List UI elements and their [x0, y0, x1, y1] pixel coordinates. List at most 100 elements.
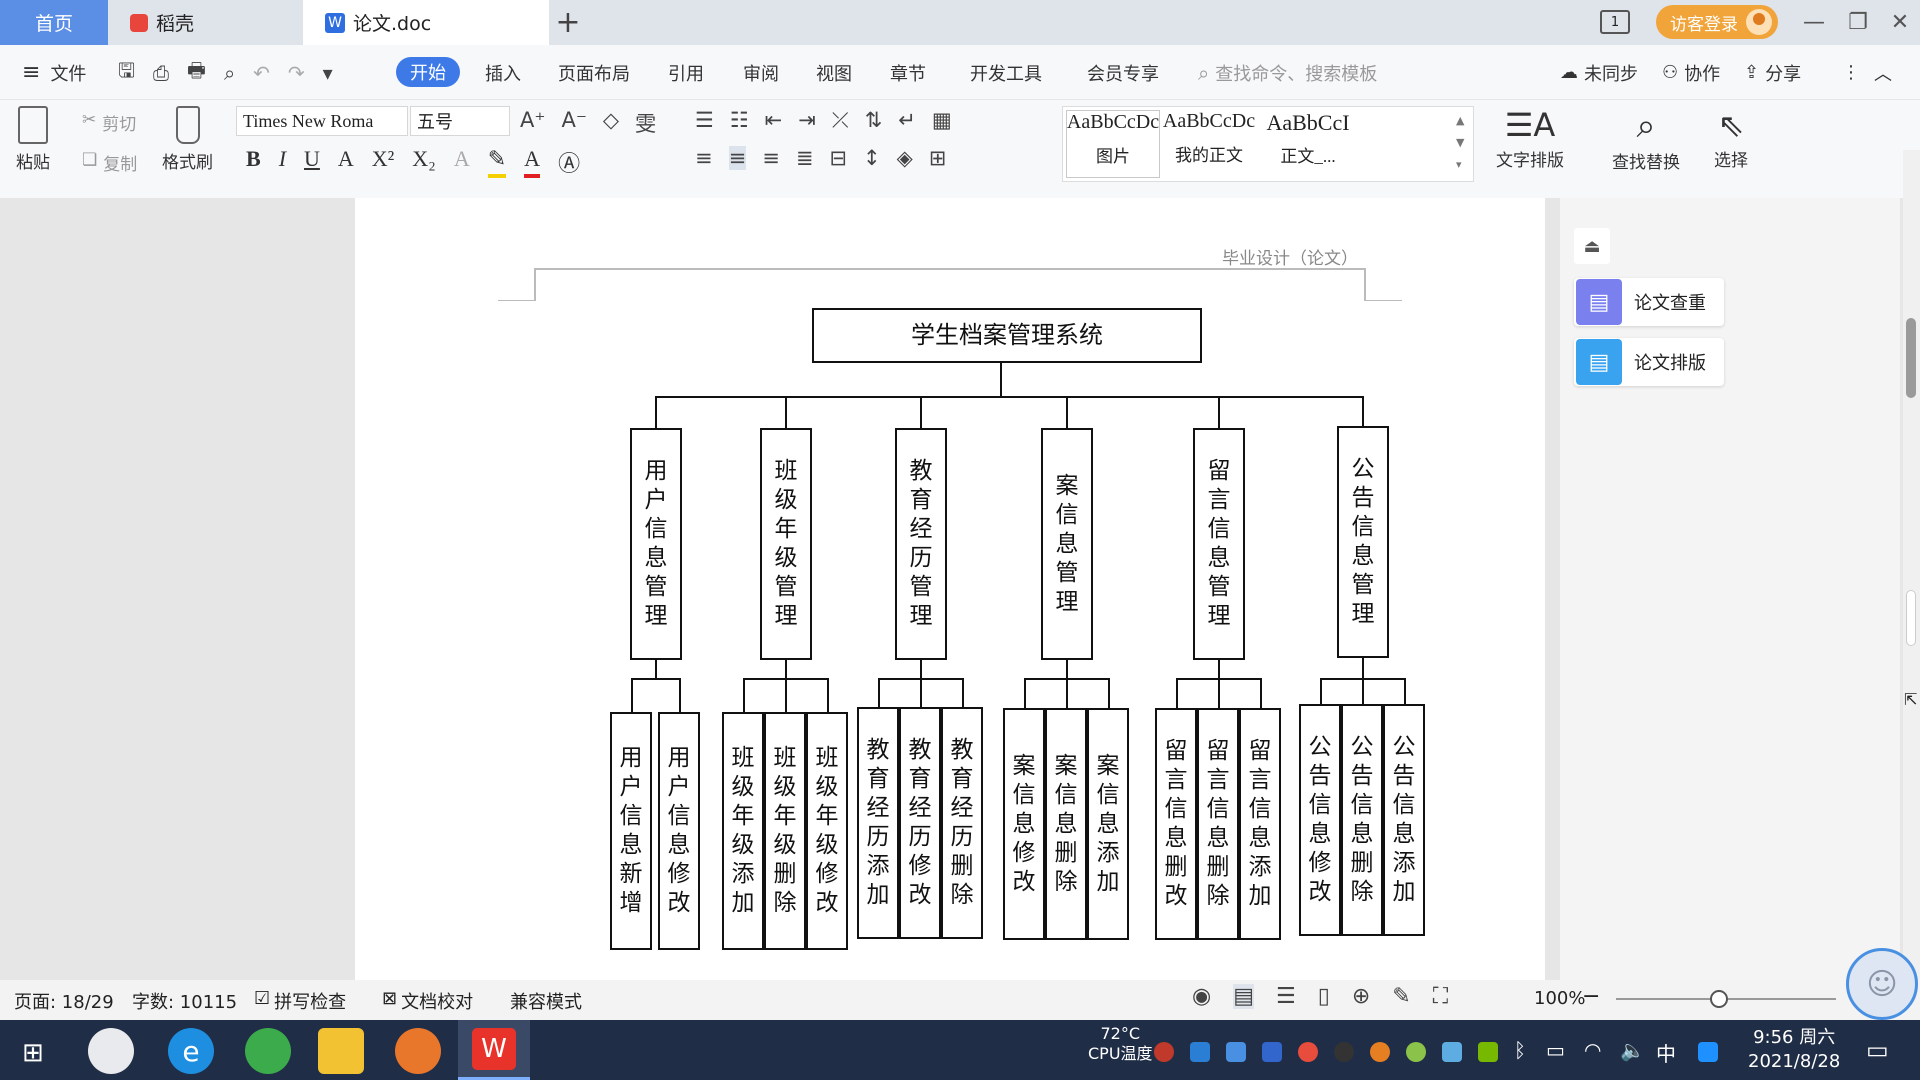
- phonetic-icon[interactable]: 雯: [635, 108, 656, 138]
- tab-home-ribbon[interactable]: 开始: [396, 57, 460, 87]
- word-count[interactable]: 字数: 10115: [132, 988, 237, 1014]
- clear-format-icon[interactable]: ◇: [603, 108, 619, 138]
- tray-app-icon[interactable]: [1298, 1042, 1318, 1062]
- eye-protect-icon[interactable]: ◉: [1192, 984, 1211, 1009]
- file-menu[interactable]: ≡ 文件: [22, 45, 86, 100]
- volume-icon[interactable]: 🔈: [1620, 1038, 1645, 1062]
- input-method[interactable]: 中: [1656, 1038, 1676, 1067]
- align-center-icon[interactable]: ≡: [728, 146, 747, 170]
- copy-button[interactable]: ❏ 复制: [82, 150, 137, 175]
- wifi-icon[interactable]: ◠: [1584, 1038, 1601, 1062]
- page-view-mode-icon[interactable]: ▤: [1233, 984, 1254, 1009]
- text-effect-icon[interactable]: A: [454, 146, 470, 178]
- style-picture[interactable]: AaBbCcDc 图片: [1066, 110, 1160, 178]
- nvidia-icon[interactable]: [1478, 1042, 1498, 1062]
- style-gallery-scroll[interactable]: ▲ ▼ ▾: [1456, 110, 1464, 176]
- page-counter[interactable]: 页面: 18/29: [14, 988, 114, 1014]
- collaborate-button[interactable]: ⚇ 协作: [1662, 45, 1720, 100]
- save-icon[interactable]: 🖫: [118, 56, 135, 90]
- more-icon[interactable]: ⋮: [1842, 45, 1860, 100]
- show-marks-icon[interactable]: ↵: [898, 108, 916, 133]
- minimize-icon[interactable]: —: [1792, 0, 1836, 45]
- print-preview-icon[interactable]: ⎙: [153, 61, 169, 85]
- grow-font-icon[interactable]: A⁺: [520, 108, 545, 138]
- tab-chapter[interactable]: 章节: [890, 45, 926, 100]
- assistant-mascot-icon[interactable]: ☺: [1846, 948, 1918, 1020]
- outline-view-icon[interactable]: ☰: [1276, 984, 1296, 1009]
- text-direction-icon[interactable]: ⤫: [832, 108, 849, 133]
- char-border-icon[interactable]: Ⓐ: [558, 146, 580, 178]
- cut-button[interactable]: ✂ 剪切: [82, 110, 136, 135]
- command-search[interactable]: ⌕ 查找命令、搜索模板: [1198, 45, 1377, 100]
- tab-review[interactable]: 审阅: [743, 45, 779, 100]
- sync-button[interactable]: ☁ 未同步: [1560, 45, 1638, 100]
- scrollbar-thumb[interactable]: [1906, 318, 1916, 398]
- notification-icon[interactable]: ▭: [1866, 1036, 1889, 1064]
- clock[interactable]: 9:56 周六 2021/8/28: [1748, 1026, 1840, 1074]
- undo-icon[interactable]: ↶: [253, 61, 270, 85]
- document-page[interactable]: [355, 198, 1545, 980]
- highlight-icon[interactable]: ✎: [487, 146, 507, 178]
- tab-home[interactable]: 首页: [0, 0, 108, 45]
- battery-icon[interactable]: ▭: [1546, 1038, 1565, 1062]
- format-painter-button[interactable]: 格式刷: [162, 106, 213, 173]
- tab-page-layout[interactable]: 页面布局: [558, 45, 630, 100]
- table-tools-icon[interactable]: ▦: [932, 108, 952, 133]
- web-view-icon[interactable]: ⊕: [1352, 984, 1370, 1009]
- style-my-body[interactable]: AaBbCcDc 我的正文: [1162, 110, 1256, 178]
- select-button[interactable]: ⇖ 选择: [1714, 106, 1748, 171]
- tray-app-icon[interactable]: [1442, 1042, 1462, 1062]
- collapse-ribbon-icon[interactable]: ︿: [1874, 45, 1892, 100]
- tab-member[interactable]: 会员专享: [1087, 45, 1159, 100]
- vertical-scrollbar[interactable]: [1903, 150, 1920, 980]
- guest-login-button[interactable]: 访客登录: [1656, 5, 1778, 39]
- text-layout-button[interactable]: ☰A 文字排版: [1496, 106, 1564, 171]
- bluetooth-icon[interactable]: ᛒ: [1514, 1038, 1526, 1062]
- font-color-icon[interactable]: A: [524, 146, 541, 178]
- app-pinwheel-icon[interactable]: [88, 1028, 134, 1074]
- paste-button[interactable]: 粘贴: [16, 106, 50, 173]
- superscript-icon[interactable]: X²: [372, 146, 394, 178]
- fit-page-icon[interactable]: ⛶: [1433, 984, 1448, 1009]
- proofread-button[interactable]: ⊠ 文档校对: [382, 988, 473, 1014]
- zoom-out-icon[interactable]: −: [1582, 984, 1600, 1009]
- tray-app-icon[interactable]: [1370, 1042, 1390, 1062]
- zoom-preview-icon[interactable]: ⌕: [224, 61, 235, 85]
- write-mode-icon[interactable]: ✎: [1392, 984, 1410, 1009]
- find-replace-button[interactable]: ⌕ 查找替换: [1612, 106, 1680, 173]
- tab-references[interactable]: 引用: [668, 45, 704, 100]
- underline-icon[interactable]: U: [304, 146, 320, 178]
- tray-app-icon[interactable]: [1226, 1042, 1246, 1062]
- file-explorer-icon[interactable]: [318, 1028, 364, 1074]
- tray-app-icon[interactable]: [1698, 1042, 1718, 1062]
- redo-icon[interactable]: ↷: [288, 61, 305, 85]
- strikethrough-icon[interactable]: A: [338, 146, 354, 178]
- font-name-select[interactable]: Times New Roma: [236, 106, 408, 136]
- tray-app-icon[interactable]: [1406, 1042, 1426, 1062]
- increase-indent-icon[interactable]: ⇥: [798, 108, 816, 133]
- zoom-slider-handle[interactable]: [1710, 990, 1728, 1008]
- align-right-icon[interactable]: ≡: [762, 146, 780, 170]
- tab-insert[interactable]: 插入: [485, 45, 521, 100]
- shrink-font-icon[interactable]: A⁻: [561, 108, 586, 138]
- numbered-list-icon[interactable]: ☷: [730, 108, 749, 133]
- plagiarism-check-button[interactable]: ▤ 论文查重: [1574, 278, 1724, 326]
- tab-document[interactable]: W 论文.doc: [303, 0, 549, 45]
- borders-icon[interactable]: ⊞: [929, 146, 947, 170]
- sort-icon[interactable]: ⇅: [865, 108, 883, 133]
- app-orange-icon[interactable]: [395, 1028, 441, 1074]
- spell-check-button[interactable]: ☑ 拼写检查: [254, 988, 346, 1014]
- share-button[interactable]: ⇪ 分享: [1744, 45, 1801, 100]
- ie-browser-icon[interactable]: e: [168, 1028, 214, 1074]
- align-left-icon[interactable]: ≡: [695, 146, 713, 170]
- decrease-indent-icon[interactable]: ⇤: [765, 108, 783, 133]
- windows-start-icon[interactable]: ⊞: [22, 1038, 44, 1068]
- cpu-temp-widget[interactable]: 72°C CPU温度: [1088, 1024, 1153, 1064]
- shield-icon[interactable]: [1262, 1042, 1282, 1062]
- tray-app-icon[interactable]: [1154, 1042, 1174, 1062]
- tab-developer[interactable]: 开发工具: [970, 45, 1042, 100]
- browser-360-icon[interactable]: [245, 1028, 291, 1074]
- collapse-panel-icon[interactable]: ⏏: [1574, 228, 1610, 264]
- tab-view[interactable]: 视图: [816, 45, 852, 100]
- bold-icon[interactable]: B: [246, 146, 261, 178]
